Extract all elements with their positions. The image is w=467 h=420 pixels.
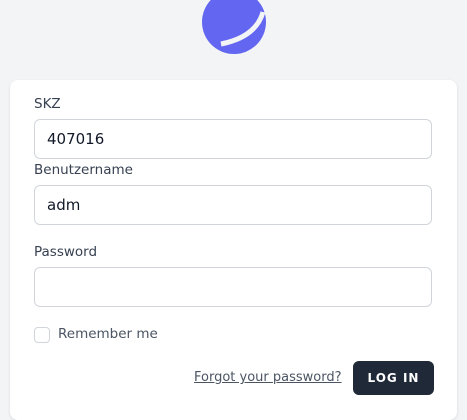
skz-input[interactable] [34,119,432,159]
username-input[interactable] [34,185,432,225]
skz-label: SKZ [34,96,61,112]
remember-me-checkbox[interactable] [34,327,50,343]
username-label: Benutzername [34,162,133,178]
app-logo [201,0,267,56]
remember-me-label: Remember me [58,326,158,342]
password-input[interactable] [34,267,432,307]
login-card: SKZ Benutzername Password Remember me Fo… [10,80,457,420]
logo-icon [202,0,266,54]
login-button[interactable]: LOG IN [353,361,434,395]
password-label: Password [34,244,98,260]
forgot-password-link[interactable]: Forgot your password? [194,370,342,385]
